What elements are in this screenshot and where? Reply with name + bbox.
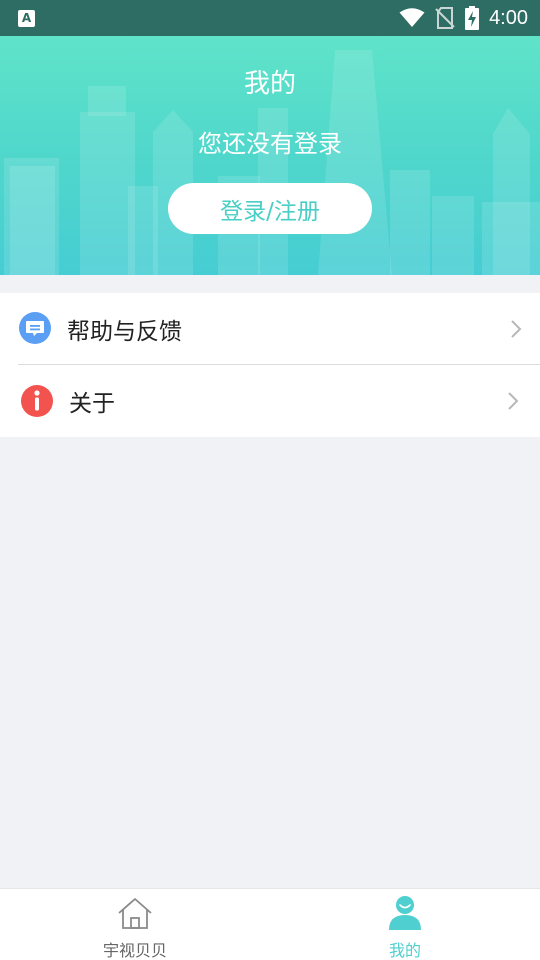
info-icon	[21, 385, 53, 417]
tab-label: 宇视贝贝	[102, 941, 167, 960]
app-notification-icon: A	[18, 9, 35, 27]
login-status-text: 您还没有登录	[198, 130, 342, 158]
no-sim-icon	[435, 7, 455, 29]
settings-menu: 帮助与反馈 关于	[0, 293, 540, 437]
status-time: 4:00	[489, 6, 528, 29]
status-bar: A 4:00	[0, 0, 540, 36]
page-title: 我的	[243, 69, 296, 99]
chevron-right-icon	[511, 320, 522, 338]
tab-mine[interactable]: 我的	[270, 889, 540, 960]
user-icon	[389, 896, 421, 930]
tab-home[interactable]: 宇视贝贝	[0, 889, 270, 960]
tab-label: 我的	[388, 941, 421, 960]
chevron-right-icon	[508, 392, 519, 410]
wifi-icon	[399, 8, 425, 27]
home-icon	[118, 898, 152, 929]
menu-item-about[interactable]: 关于	[0, 365, 540, 437]
battery-charging-icon	[465, 6, 480, 30]
app-icon-letter: A	[21, 11, 32, 25]
chat-bubble-icon	[19, 312, 51, 344]
profile-header: 我的 您还没有登录 登录/注册	[0, 36, 540, 275]
menu-item-label: 关于	[69, 391, 115, 417]
menu-item-help-feedback[interactable]: 帮助与反馈	[0, 293, 540, 365]
bottom-tab-bar: 宇视贝贝 我的	[0, 888, 540, 960]
login-register-button[interactable]: 登录/注册	[168, 183, 372, 234]
menu-item-label: 帮助与反馈	[67, 319, 182, 345]
